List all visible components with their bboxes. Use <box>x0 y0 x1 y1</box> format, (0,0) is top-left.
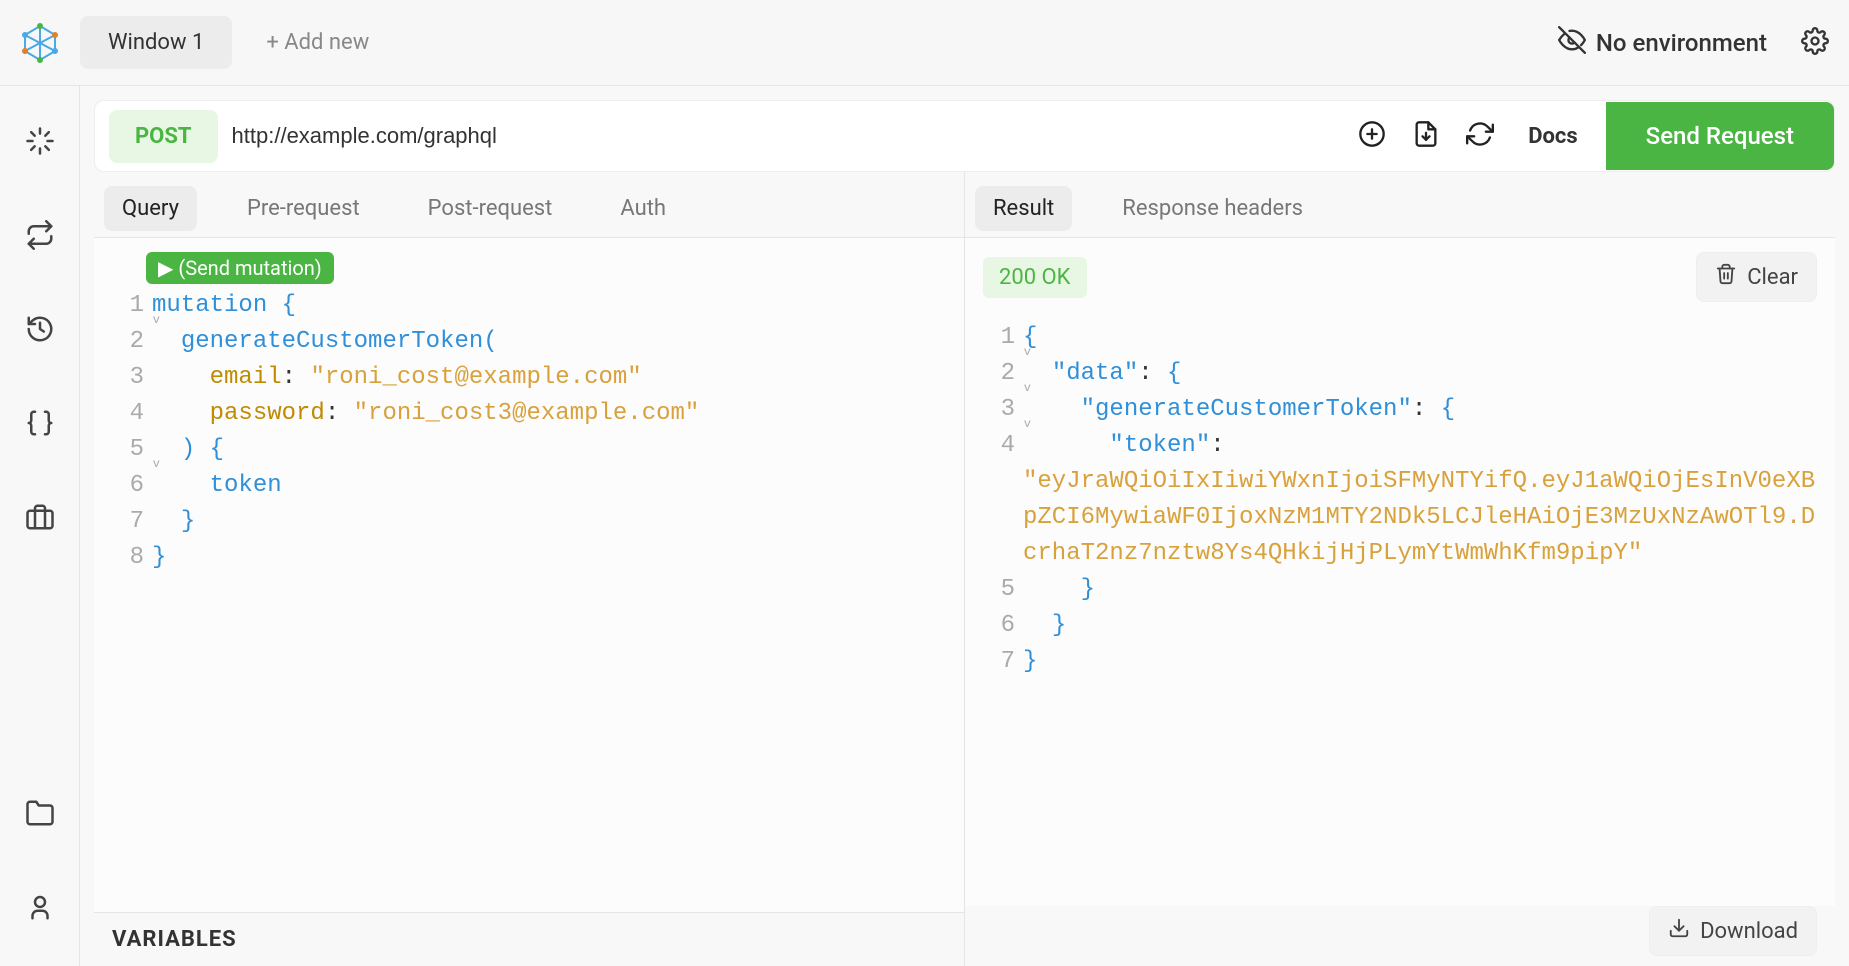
clear-button[interactable]: Clear <box>1696 252 1817 302</box>
response-code[interactable]: { "data": { "generateCustomerToken": { "… <box>1023 320 1825 680</box>
gear-icon <box>1801 40 1829 59</box>
run-mutation-button[interactable]: ▶ (Send mutation) <box>146 252 334 284</box>
query-sub-tabs: Query Pre-request Post-request Auth <box>94 172 964 237</box>
environment-selector[interactable]: No environment <box>1558 26 1767 60</box>
sidebar-history-icon[interactable] <box>25 314 55 348</box>
query-code[interactable]: mutation { generateCustomerToken( email:… <box>152 288 954 576</box>
add-button[interactable] <box>1352 114 1392 158</box>
http-method-badge[interactable]: POST <box>109 110 218 163</box>
tab-pre-request[interactable]: Pre-request <box>229 186 378 231</box>
add-window-button[interactable]: + Add new <box>246 16 389 69</box>
status-badge: 200 OK <box>983 257 1087 298</box>
trash-icon <box>1715 263 1737 291</box>
environment-label: No environment <box>1596 29 1767 57</box>
sidebar-folder-icon[interactable] <box>25 798 55 832</box>
result-pane: Result Response headers 200 OK Clear <box>965 172 1835 966</box>
sidebar-loading-icon[interactable] <box>25 126 55 160</box>
sidebar-briefcase-icon[interactable] <box>25 502 55 536</box>
reload-button[interactable] <box>1460 114 1500 158</box>
send-request-button[interactable]: Send Request <box>1606 102 1834 170</box>
eye-off-icon <box>1558 26 1586 60</box>
tab-response-headers[interactable]: Response headers <box>1104 186 1321 231</box>
docs-button[interactable]: Docs <box>1514 124 1591 149</box>
clear-label: Clear <box>1747 265 1798 290</box>
result-viewer: 200 OK Clear 1v 2v 3v <box>965 237 1835 906</box>
download-label: Download <box>1700 919 1798 944</box>
tab-post-request[interactable]: Post-request <box>410 186 571 231</box>
window-tab[interactable]: Window 1 <box>80 16 232 69</box>
download-button[interactable]: Download <box>1649 906 1817 956</box>
top-bar: Window 1 + Add new No environment <box>0 0 1849 86</box>
sidebar <box>0 86 80 966</box>
tab-query[interactable]: Query <box>104 186 197 231</box>
sidebar-braces-icon[interactable] <box>25 408 55 442</box>
variables-section-toggle[interactable]: VARIABLES <box>94 912 964 966</box>
settings-button[interactable] <box>1801 27 1829 59</box>
query-pane: Query Pre-request Post-request Auth ▶ (S… <box>94 172 965 966</box>
tab-auth[interactable]: Auth <box>602 186 684 231</box>
url-bar: POST Docs Send Request <box>94 100 1835 172</box>
tab-result[interactable]: Result <box>975 186 1072 231</box>
sidebar-refresh-icon[interactable] <box>25 220 55 254</box>
download-icon <box>1668 917 1690 945</box>
app-logo <box>20 23 60 63</box>
download-schema-button[interactable] <box>1406 114 1446 158</box>
main: POST Docs Send Request Query Pre-request… <box>80 86 1849 966</box>
url-input[interactable] <box>232 123 1339 149</box>
sidebar-user-icon[interactable] <box>25 892 55 926</box>
query-editor[interactable]: ▶ (Send mutation) 1v 2 3 4 5v 6 7 8 mut <box>94 237 964 912</box>
result-sub-tabs: Result Response headers <box>965 172 1835 237</box>
